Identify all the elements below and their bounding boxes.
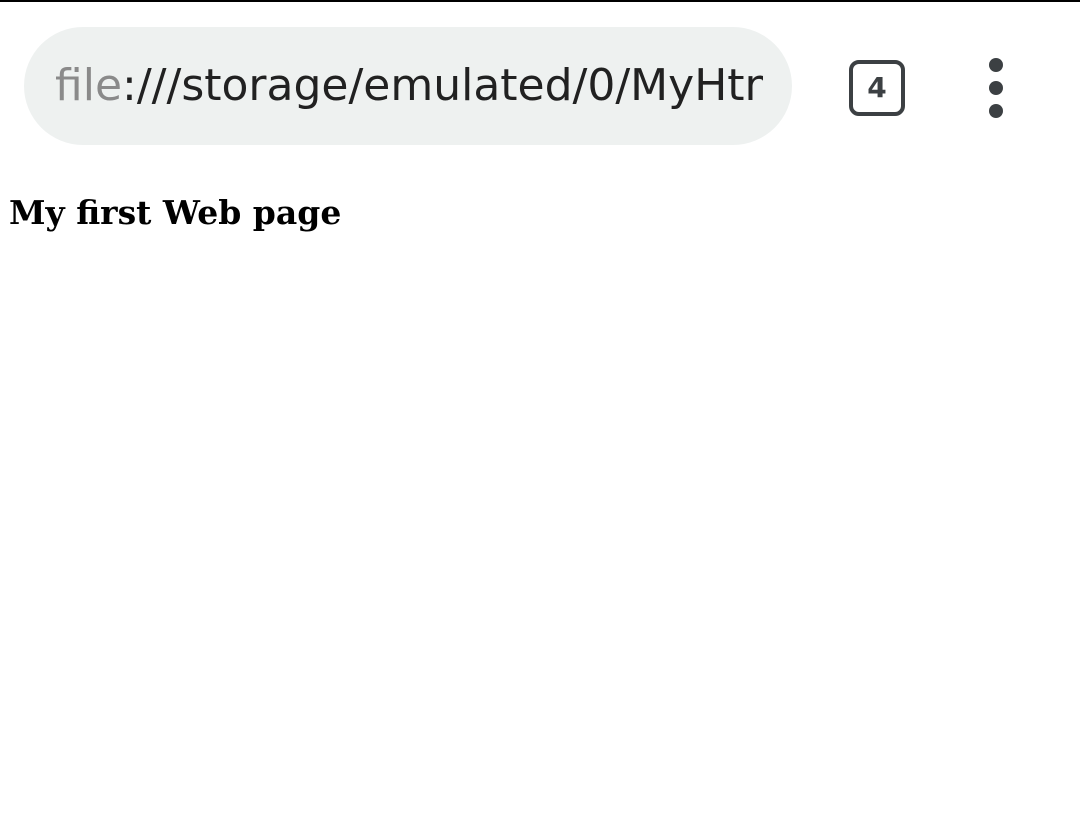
url-path: :///storage/emulated/0/MyHtm	[122, 60, 763, 111]
menu-dot	[989, 104, 1003, 118]
more-vert-icon[interactable]	[976, 58, 1016, 118]
tab-switcher-icon[interactable]: 4	[849, 60, 905, 116]
tab-count: 4	[867, 71, 887, 104]
browser-window: file:///storage/emulated/0/MyHtm 4 My fi…	[0, 0, 1080, 828]
menu-dot	[989, 58, 1003, 72]
page-content: My first Web page	[0, 170, 1080, 828]
url-scheme: file	[55, 60, 123, 111]
menu-dot	[989, 81, 1003, 95]
browser-toolbar: file:///storage/emulated/0/MyHtm 4	[0, 2, 1080, 170]
page-heading: My first Web page	[9, 193, 342, 232]
address-bar[interactable]: file:///storage/emulated/0/MyHtm	[24, 27, 792, 145]
address-bar-url[interactable]: file:///storage/emulated/0/MyHtm	[55, 27, 763, 145]
